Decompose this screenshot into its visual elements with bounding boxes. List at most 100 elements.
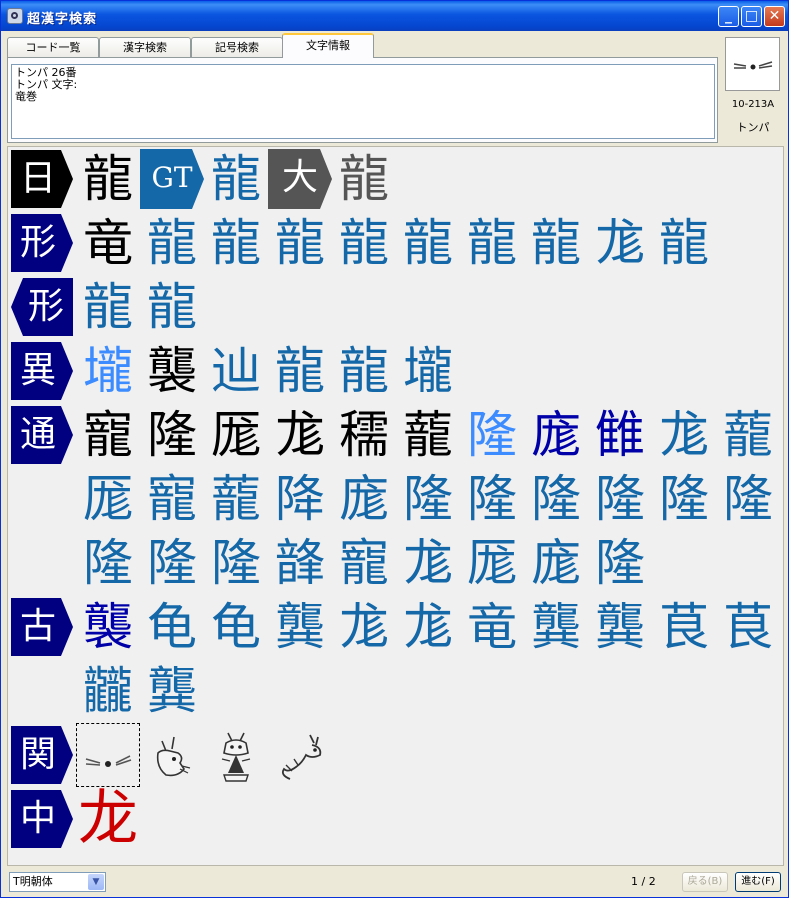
glyph-cell[interactable]: 茛 — [716, 595, 780, 659]
glyph-cell[interactable]: 龍 — [204, 211, 268, 275]
glyph-cell[interactable]: 龍 — [76, 275, 140, 339]
char-info-text[interactable]: トンパ 26番 トンパ 文字: 竜巻 — [11, 64, 715, 139]
glyph-cell[interactable]: 尨 — [268, 403, 332, 467]
glyph-cell[interactable]: 龍 — [524, 211, 588, 275]
glyph-cell[interactable]: 龍 — [460, 211, 524, 275]
glyph-cell[interactable]: 龍 — [76, 147, 140, 211]
glyph-cell[interactable]: 龍 — [140, 211, 204, 275]
dragon-serpent-icon[interactable] — [268, 723, 332, 787]
dragon-statue-icon[interactable] — [204, 723, 268, 787]
glyph-cell[interactable]: 隆 — [460, 467, 524, 531]
glyph-cell[interactable]: 竜 — [460, 595, 524, 659]
dongba-dragon-icon — [733, 61, 773, 70]
dragon-head-icon[interactable] — [140, 723, 204, 787]
glyph-cell[interactable]: 龍 — [332, 147, 396, 211]
glyph-cell[interactable]: 尨 — [396, 595, 460, 659]
next-button[interactable]: 進む(F) — [735, 872, 781, 892]
glyph-cell[interactable]: 龍 — [268, 339, 332, 403]
glyph-cell[interactable]: 隆 — [652, 467, 716, 531]
glyph-cell[interactable]: 龟 — [140, 595, 204, 659]
row-label: 通 — [11, 406, 73, 464]
glyph-cell[interactable]: 厖 — [76, 467, 140, 531]
glyph-cell[interactable]: 尨 — [652, 403, 716, 467]
glyph-cell[interactable]: 隆 — [76, 531, 140, 595]
glyph-cell[interactable]: 雔 — [588, 403, 652, 467]
page-indicator: 1 / 2 — [631, 875, 656, 888]
glyph-cell[interactable]: 隆 — [204, 531, 268, 595]
glyph-cell[interactable]: 隆 — [140, 403, 204, 467]
glyph-cell[interactable]: 龍 — [332, 211, 396, 275]
glyph-cell[interactable]: 蘢 — [716, 403, 780, 467]
back-button[interactable]: 戻る(B) — [682, 872, 728, 892]
row-label: 中 — [11, 790, 73, 848]
glyph-cell[interactable]: 龔 — [140, 659, 204, 723]
glyph-cell[interactable]: 龍 — [140, 275, 204, 339]
glyph-cell[interactable]: 龔 — [268, 595, 332, 659]
info-line: 竜巻 — [15, 90, 37, 103]
glyph-area: 日 龍 GT 龍 大 龍 形 竜 龍 龍 龍 龍 龍 龍 龍 尨 龍 形 龍 龍 — [7, 146, 784, 866]
glyph-cell[interactable]: 隆 — [140, 531, 204, 595]
preview-script: トンパ — [736, 121, 770, 134]
glyph-cell[interactable]: 寵 — [76, 403, 140, 467]
font-select-value: T明朝体 — [13, 875, 53, 888]
glyph-cell[interactable]: 隆 — [588, 467, 652, 531]
tab-code-list[interactable]: コード一覧 — [7, 37, 99, 58]
glyph-cell[interactable]: 龍 — [332, 339, 396, 403]
glyph-cell[interactable]: 隆 — [524, 467, 588, 531]
glyph-cell[interactable]: 龔 — [588, 595, 652, 659]
glyph-cell[interactable]: 寵 — [332, 531, 396, 595]
dai-tag: 大 — [268, 149, 332, 209]
dropdown-arrow-icon[interactable]: ▼ — [88, 874, 104, 890]
tab-char-info[interactable]: 文字情報 — [282, 33, 374, 58]
glyph-cell[interactable]: 龟 — [204, 595, 268, 659]
row-label: 形 — [11, 214, 73, 272]
glyph-cell[interactable]: 庬 — [332, 467, 396, 531]
glyph-cell[interactable]: 蘢 — [204, 467, 268, 531]
title-bar[interactable]: 超漢字検索 _ □ ✕ — [1, 1, 788, 31]
tab-symbol-search[interactable]: 記号検索 — [191, 37, 283, 58]
close-button[interactable]: ✕ — [764, 6, 785, 27]
glyph-cell[interactable]: 辿 — [204, 339, 268, 403]
glyph-cell[interactable]: 隆 — [716, 467, 780, 531]
dongba-dragon-icon[interactable] — [76, 723, 140, 787]
tab-kanji-search[interactable]: 漢字検索 — [99, 37, 191, 58]
glyph-cell[interactable]: 尨 — [588, 211, 652, 275]
glyph-cell[interactable]: 壠 — [396, 339, 460, 403]
glyph-cell[interactable]: 寵 — [140, 467, 204, 531]
glyph-cell[interactable]: 壠 — [76, 339, 140, 403]
font-select[interactable]: T明朝体 ▼ — [9, 872, 106, 892]
minimize-button[interactable]: _ — [718, 6, 739, 27]
glyph-cell[interactable]: 尨 — [332, 595, 396, 659]
glyph-cell[interactable]: 茛 — [652, 595, 716, 659]
glyph-cell[interactable]: 穤 — [332, 403, 396, 467]
glyph-cell[interactable]: 蘢 — [396, 403, 460, 467]
glyph-cell[interactable]: 龔 — [524, 595, 588, 659]
row-label: 異 — [11, 342, 73, 400]
glyph-cell[interactable]: 龖 — [76, 659, 140, 723]
glyph-cell[interactable]: 隆 — [460, 403, 524, 467]
glyph-cell[interactable]: 襲 — [76, 595, 140, 659]
glyph-cell[interactable]: 龍 — [268, 211, 332, 275]
glyph-cell[interactable]: 厖 — [204, 403, 268, 467]
maximize-button[interactable]: □ — [741, 6, 762, 27]
glyph-cell[interactable]: 韸 — [268, 531, 332, 595]
glyph-cell[interactable]: 庬 — [524, 531, 588, 595]
info-line: トンパ 26番 — [15, 66, 77, 79]
glyph-cell[interactable]: 龍 — [396, 211, 460, 275]
glyph-cell[interactable]: 尨 — [396, 531, 460, 595]
app-icon[interactable] — [7, 8, 23, 24]
glyph-cell[interactable]: 隆 — [588, 531, 652, 595]
status-bar: T明朝体 ▼ 1 / 2 戻る(B) 進む(F) — [1, 867, 788, 897]
glyph-cell[interactable]: 龙 — [76, 787, 140, 851]
glyph-preview — [725, 37, 780, 91]
glyph-cell[interactable]: 龍 — [652, 211, 716, 275]
glyph-cell[interactable]: 竜 — [76, 211, 140, 275]
glyph-cell[interactable]: 龍 — [204, 147, 268, 211]
glyph-cell[interactable]: 隆 — [396, 467, 460, 531]
glyph-cell[interactable]: 襲 — [140, 339, 204, 403]
glyph-cell[interactable]: 庬 — [524, 403, 588, 467]
glyph-cell[interactable]: 厖 — [460, 531, 524, 595]
app-window: 超漢字検索 _ □ ✕ コード一覧 漢字検索 記号検索 文字情報 トンパ 26番… — [0, 0, 789, 898]
glyph-cell[interactable]: 降 — [268, 467, 332, 531]
window-title: 超漢字検索 — [27, 12, 98, 27]
